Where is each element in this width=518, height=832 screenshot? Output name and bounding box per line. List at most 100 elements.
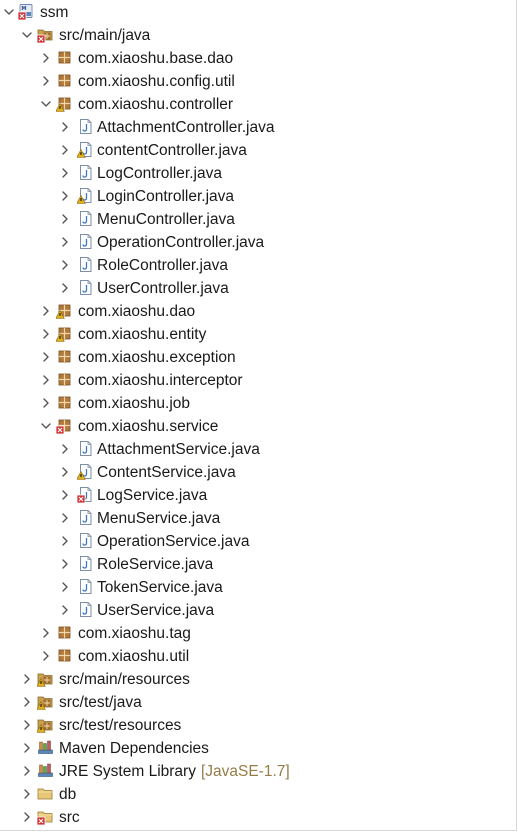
- java-file-icon: [77, 601, 94, 618]
- tree-item[interactable]: LogService.java: [0, 484, 516, 507]
- tree-item[interactable]: com.xiaoshu.util: [0, 645, 516, 668]
- tree-item[interactable]: OperationService.java: [0, 530, 516, 553]
- tree-item[interactable]: src: [0, 806, 516, 829]
- chevron-right-icon[interactable]: [40, 650, 52, 662]
- tree-item[interactable]: MenuController.java: [0, 208, 516, 231]
- chevron-right-icon[interactable]: [59, 489, 71, 501]
- chevron-right-icon[interactable]: [59, 535, 71, 547]
- tree-item[interactable]: Maven Dependencies: [0, 737, 516, 760]
- package-icon: [56, 302, 73, 319]
- chevron-right-icon[interactable]: [40, 397, 52, 409]
- tree-item[interactable]: OperationController.java: [0, 231, 516, 254]
- tree-item-label: OperationController.java: [97, 234, 265, 251]
- chevron-right-icon[interactable]: [40, 328, 52, 340]
- tree-item[interactable]: AttachmentService.java: [0, 438, 516, 461]
- chevron-right-icon[interactable]: [59, 213, 71, 225]
- chevron-right-icon[interactable]: [59, 236, 71, 248]
- tree-item[interactable]: com.xiaoshu.controller: [0, 93, 516, 116]
- tree-item-label: TokenService.java: [97, 579, 223, 596]
- tree-item[interactable]: RoleService.java: [0, 553, 516, 576]
- chevron-right-icon[interactable]: [59, 167, 71, 179]
- tree-item[interactable]: AttachmentController.java: [0, 116, 516, 139]
- tree-item-label: ContentService.java: [97, 464, 236, 481]
- chevron-right-icon[interactable]: [59, 581, 71, 593]
- chevron-right-icon[interactable]: [40, 374, 52, 386]
- package-icon: [56, 348, 73, 365]
- chevron-right-icon[interactable]: [59, 282, 71, 294]
- tree-item[interactable]: RoleController.java: [0, 254, 516, 277]
- tree-item-label: com.xiaoshu.entity: [78, 326, 207, 343]
- tree-item[interactable]: LoginController.java: [0, 185, 516, 208]
- chevron-down-icon[interactable]: [21, 29, 33, 41]
- tree-item-label: src/test/java: [59, 694, 142, 711]
- package-icon: [56, 417, 73, 434]
- chevron-right-icon[interactable]: [21, 811, 33, 823]
- chevron-right-icon[interactable]: [21, 788, 33, 800]
- tree-item[interactable]: com.xiaoshu.job: [0, 392, 516, 415]
- tree-item[interactable]: com.xiaoshu.entity: [0, 323, 516, 346]
- tree-item-label: com.xiaoshu.dao: [78, 303, 196, 320]
- java-file-icon: [77, 509, 94, 526]
- tree-item[interactable]: src/main/resources: [0, 668, 516, 691]
- project-tree[interactable]: M ssm src/main/java com.xiaoshu.base.dao…: [0, 0, 516, 830]
- tree-item[interactable]: MenuService.java: [0, 507, 516, 530]
- tree-item[interactable]: src/test/resources: [0, 714, 516, 737]
- chevron-right-icon[interactable]: [40, 52, 52, 64]
- source-folder-icon: [37, 26, 54, 43]
- folder-icon: [37, 785, 54, 802]
- chevron-right-icon[interactable]: [59, 144, 71, 156]
- chevron-right-icon[interactable]: [21, 765, 33, 777]
- java-file-icon: [77, 118, 94, 135]
- chevron-right-icon[interactable]: [59, 259, 71, 271]
- tree-item[interactable]: UserController.java: [0, 277, 516, 300]
- chevron-right-icon[interactable]: [40, 627, 52, 639]
- tree-item[interactable]: com.xiaoshu.config.util: [0, 70, 516, 93]
- chevron-right-icon[interactable]: [21, 696, 33, 708]
- chevron-right-icon[interactable]: [21, 673, 33, 685]
- chevron-right-icon[interactable]: [59, 512, 71, 524]
- tree-item-label: com.xiaoshu.controller: [78, 96, 234, 113]
- tree-item[interactable]: contentController.java: [0, 139, 516, 162]
- chevron-right-icon[interactable]: [21, 742, 33, 754]
- chevron-right-icon[interactable]: [59, 466, 71, 478]
- chevron-right-icon[interactable]: [59, 443, 71, 455]
- tree-item-label: src: [59, 809, 80, 826]
- tree-item[interactable]: com.xiaoshu.tag: [0, 622, 516, 645]
- chevron-right-icon[interactable]: [40, 305, 52, 317]
- tree-item[interactable]: ContentService.java: [0, 461, 516, 484]
- tree-item[interactable]: TokenService.java: [0, 576, 516, 599]
- chevron-down-icon[interactable]: [40, 420, 52, 432]
- package-icon: [56, 647, 73, 664]
- tree-item[interactable]: db: [0, 783, 516, 806]
- tree-item-label: com.xiaoshu.util: [78, 648, 190, 665]
- tree-item[interactable]: com.xiaoshu.interceptor: [0, 369, 516, 392]
- tree-item[interactable]: com.xiaoshu.dao: [0, 300, 516, 323]
- chevron-right-icon[interactable]: [21, 719, 33, 731]
- chevron-right-icon[interactable]: [40, 351, 52, 363]
- tree-item[interactable]: src/test/java: [0, 691, 516, 714]
- tree-item-label: com.xiaoshu.interceptor: [78, 372, 243, 389]
- tree-item[interactable]: UserService.java: [0, 599, 516, 622]
- tree-item-label: db: [59, 786, 77, 803]
- chevron-right-icon[interactable]: [59, 121, 71, 133]
- tree-item[interactable]: src/main/java: [0, 24, 516, 47]
- tree-item[interactable]: JRE System Library [JavaSE-1.7]: [0, 760, 516, 783]
- chevron-right-icon[interactable]: [40, 75, 52, 87]
- tree-item[interactable]: com.xiaoshu.service: [0, 415, 516, 438]
- tree-item-label: com.xiaoshu.exception: [78, 349, 236, 366]
- java-file-icon: [77, 555, 94, 572]
- java-file-icon: [77, 486, 94, 503]
- chevron-down-icon[interactable]: [3, 6, 15, 18]
- package-icon: [56, 95, 73, 112]
- chevron-right-icon[interactable]: [59, 604, 71, 616]
- chevron-right-icon[interactable]: [59, 558, 71, 570]
- tree-item-label: contentController.java: [97, 142, 247, 159]
- tree-item[interactable]: M ssm: [0, 1, 516, 24]
- tree-item[interactable]: com.xiaoshu.exception: [0, 346, 516, 369]
- chevron-right-icon[interactable]: [59, 190, 71, 202]
- tree-item-label: JRE System Library: [59, 763, 196, 780]
- tree-item-label: ssm: [40, 4, 69, 21]
- tree-item[interactable]: com.xiaoshu.base.dao: [0, 47, 516, 70]
- tree-item[interactable]: LogController.java: [0, 162, 516, 185]
- chevron-down-icon[interactable]: [40, 98, 52, 110]
